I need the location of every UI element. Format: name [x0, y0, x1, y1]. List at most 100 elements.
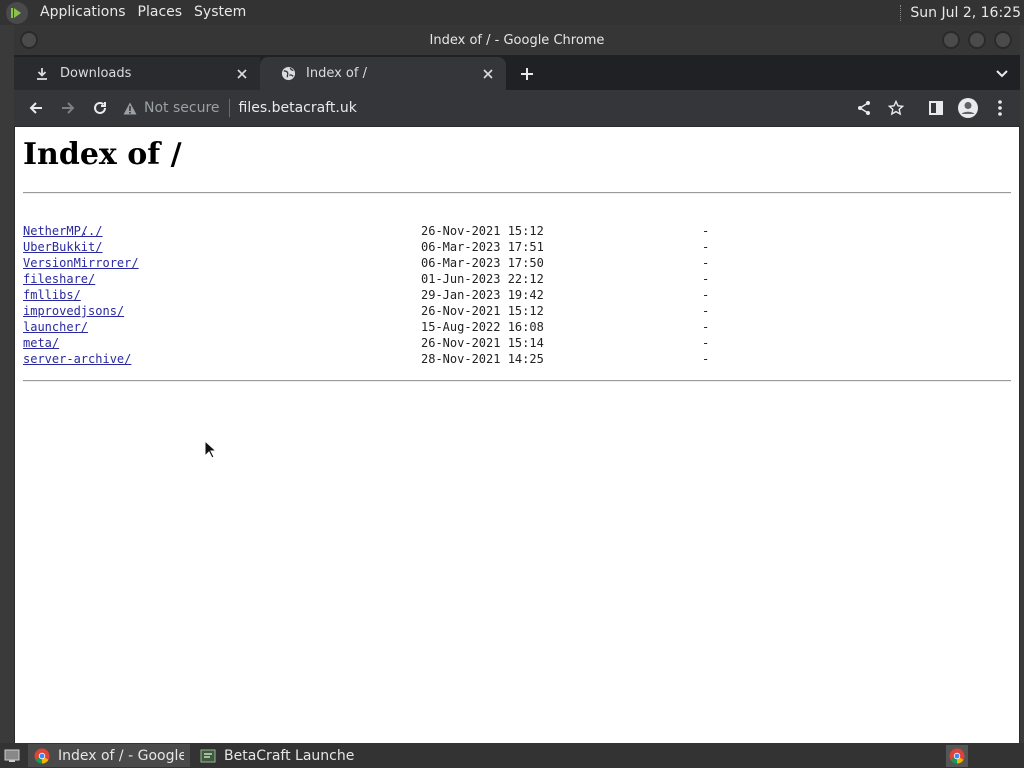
- maximize-button[interactable]: [968, 31, 986, 49]
- directory-link[interactable]: meta/: [23, 336, 59, 350]
- directory-link[interactable]: UberBukkit/: [23, 240, 102, 254]
- reload-icon: [94, 101, 106, 114]
- file-size: -: [702, 336, 710, 350]
- directory-link[interactable]: fileshare/: [23, 272, 95, 286]
- omnibox[interactable]: Not secure files.betacraft.uk: [120, 93, 357, 123]
- arrow-right-icon: [62, 102, 75, 114]
- modified-date: 28-Nov-2021 14:25: [421, 352, 544, 366]
- page-content: Index of / ../ NetherMP/26-Nov-2021 15:1…: [15, 127, 1019, 743]
- show-desktop-button[interactable]: [0, 743, 24, 768]
- profile-button[interactable]: [952, 92, 984, 124]
- share-button[interactable]: [848, 92, 880, 124]
- omnibox-divider: [228, 99, 230, 117]
- close-window-button[interactable]: [994, 31, 1012, 49]
- list-item: launcher/15-Aug-2022 16:08 -: [23, 319, 709, 335]
- top-panel: Applications Places System Sun Jul 2, 16…: [0, 0, 1024, 25]
- task-betacraft[interactable]: BetaCraft Launcher ...: [194, 744, 360, 767]
- window-menu-button[interactable]: [20, 31, 38, 49]
- back-button[interactable]: [20, 92, 52, 124]
- kebab-menu-icon: [998, 100, 1002, 116]
- task-chrome[interactable]: Index of / - Google ...: [28, 744, 190, 767]
- side-panel-icon: [929, 101, 943, 115]
- menu-applications[interactable]: Applications: [34, 0, 132, 25]
- menu-system[interactable]: System: [188, 0, 252, 25]
- window-title: Index of / - Google Chrome: [429, 32, 605, 48]
- mouse-cursor-icon: [204, 440, 218, 459]
- tab-index[interactable]: Index of /: [260, 57, 506, 90]
- modified-date: 26-Nov-2021 15:12: [421, 224, 544, 238]
- menu-button[interactable]: [984, 92, 1016, 124]
- warning-icon[interactable]: [120, 102, 140, 115]
- tab-search-button[interactable]: [984, 57, 1020, 90]
- tab-label: Index of /: [306, 66, 367, 81]
- avatar-icon: [958, 98, 978, 118]
- task-label: Index of / - Google ...: [58, 747, 184, 764]
- tab-strip: Downloads Index of /: [14, 55, 1020, 90]
- java-app-icon: [200, 748, 216, 764]
- list-item: improvedjsons/26-Nov-2021 15:12 -: [23, 303, 709, 319]
- forward-button[interactable]: [52, 92, 84, 124]
- modified-date: 29-Jan-2023 19:42: [421, 288, 544, 302]
- list-item: NetherMP/26-Nov-2021 15:12 -: [23, 223, 709, 239]
- modified-date: 26-Nov-2021 15:12: [421, 304, 544, 318]
- modified-date: 15-Aug-2022 16:08: [421, 320, 544, 334]
- list-item: UberBukkit/06-Mar-2023 17:51 -: [23, 239, 709, 255]
- browser-toolbar: Not secure files.betacraft.uk: [14, 90, 1020, 126]
- list-item: fmllibs/29-Jan-2023 19:42 -: [23, 287, 709, 303]
- menu-places[interactable]: Places: [132, 0, 189, 25]
- modified-date: 06-Mar-2023 17:50: [421, 256, 544, 270]
- directory-link[interactable]: server-archive/: [23, 352, 131, 366]
- url-text[interactable]: files.betacraft.uk: [239, 100, 357, 116]
- tab-label: Downloads: [60, 66, 132, 81]
- side-panel-button[interactable]: [920, 92, 952, 124]
- file-size: -: [702, 352, 710, 366]
- star-icon: [888, 100, 904, 116]
- desktop-icon: [4, 749, 20, 762]
- modified-date: 06-Mar-2023 17:51: [421, 240, 544, 254]
- clock[interactable]: Sun Jul 2, 16:25: [910, 5, 1024, 21]
- list-item: VersionMirrorer/06-Mar-2023 17:50 -: [23, 255, 709, 271]
- globe-icon: [280, 66, 296, 82]
- divider-bottom: [23, 380, 1011, 382]
- directory-link[interactable]: NetherMP/: [23, 224, 88, 238]
- directory-link[interactable]: fmllibs/: [23, 288, 81, 302]
- file-size: -: [702, 304, 710, 318]
- chevron-down-icon: [996, 69, 1008, 77]
- arrow-left-icon: [29, 102, 42, 114]
- modified-date: 26-Nov-2021 15:14: [421, 336, 544, 350]
- reload-button[interactable]: [84, 92, 116, 124]
- minimize-button[interactable]: [942, 31, 960, 49]
- list-item: server-archive/28-Nov-2021 14:25 -: [23, 351, 709, 367]
- directory-link[interactable]: improvedjsons/: [23, 304, 124, 318]
- chrome-icon: [34, 748, 50, 764]
- directory-link[interactable]: VersionMirrorer/: [23, 256, 139, 270]
- list-item: ../: [23, 207, 139, 238]
- page-title: Index of /: [23, 137, 182, 172]
- file-size: -: [702, 320, 710, 334]
- directory-link[interactable]: launcher/: [23, 320, 88, 334]
- list-item: meta/26-Nov-2021 15:14 -: [23, 335, 709, 351]
- browser-window: Index of / - Google Chrome Downloads Ind…: [14, 25, 1020, 743]
- new-tab-button[interactable]: [510, 57, 544, 90]
- tab-downloads[interactable]: Downloads: [14, 57, 260, 90]
- bookmark-button[interactable]: [880, 92, 912, 124]
- panel-separator: [900, 4, 902, 21]
- close-tab-icon[interactable]: [234, 66, 250, 82]
- file-size: -: [702, 256, 710, 270]
- file-size: -: [702, 288, 710, 302]
- directory-listing: ../ NetherMP/26-Nov-2021 15:12- UberBukki…: [23, 207, 709, 367]
- taskbar: Index of / - Google ... BetaCraft Launch…: [0, 743, 1024, 768]
- chrome-tray-icon[interactable]: [946, 744, 968, 767]
- file-size: -: [702, 224, 710, 238]
- window-titlebar[interactable]: Index of / - Google Chrome: [14, 25, 1020, 55]
- share-icon: [858, 101, 870, 115]
- file-size: -: [702, 240, 710, 254]
- system-tray: [946, 743, 1024, 768]
- system-logo-icon[interactable]: [6, 1, 28, 24]
- task-label: BetaCraft Launcher ...: [224, 747, 354, 764]
- download-icon: [34, 66, 50, 82]
- security-label[interactable]: Not secure: [144, 100, 220, 116]
- close-tab-icon[interactable]: [480, 66, 496, 82]
- modified-date: 01-Jun-2023 22:12: [421, 272, 544, 286]
- list-item: fileshare/01-Jun-2023 22:12 -: [23, 271, 709, 287]
